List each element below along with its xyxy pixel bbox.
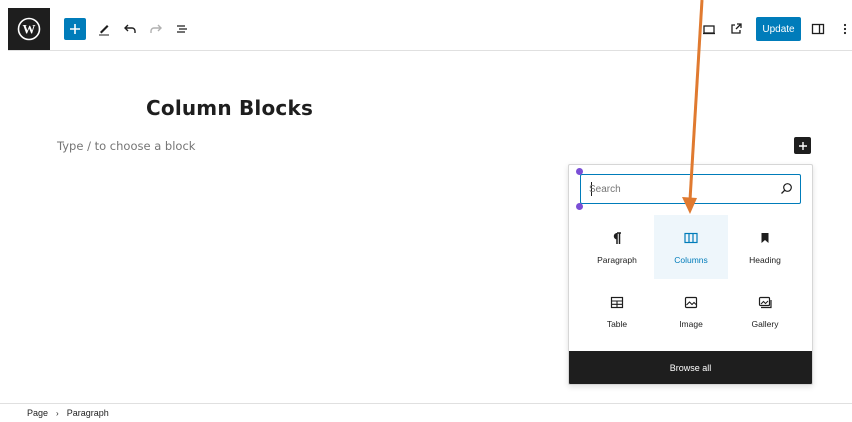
block-heading[interactable]: Heading (728, 215, 802, 279)
list-view-button[interactable] (174, 20, 190, 38)
update-button[interactable]: Update (756, 17, 801, 41)
pencil-icon (99, 25, 109, 36)
settings-button[interactable] (810, 20, 826, 38)
preview-button[interactable] (701, 20, 717, 38)
desktop-icon (703, 25, 715, 35)
more-vertical-icon (843, 23, 847, 35)
block-label: Columns (674, 255, 708, 265)
search-input[interactable] (589, 181, 769, 197)
view-page-button[interactable] (728, 20, 744, 38)
search-icon (781, 183, 792, 194)
browse-all-button[interactable]: Browse all (569, 351, 812, 384)
undo-icon (124, 24, 136, 33)
breadcrumb-item-page[interactable]: Page (27, 408, 48, 418)
breadcrumb-item-paragraph[interactable]: Paragraph (67, 408, 109, 418)
inline-add-block-button[interactable] (794, 137, 811, 154)
search-box[interactable] (580, 174, 801, 204)
options-button[interactable] (840, 20, 850, 38)
block-image[interactable]: Image (654, 279, 728, 343)
svg-text:W: W (23, 22, 36, 37)
wordpress-icon: W (17, 17, 41, 41)
block-label: Image (679, 319, 703, 329)
plus-icon (70, 24, 80, 34)
block-gallery[interactable]: Gallery (728, 279, 802, 343)
table-icon (610, 296, 624, 308)
block-table[interactable]: Table (580, 279, 654, 343)
block-label: Heading (749, 255, 781, 265)
add-block-button[interactable] (64, 18, 86, 40)
block-columns[interactable]: Columns (654, 215, 728, 279)
chevron-right-icon: › (56, 408, 59, 418)
selection-handle-top[interactable] (576, 168, 583, 175)
pilcrow-icon (613, 232, 621, 244)
sidebar-toggle-icon (811, 23, 825, 35)
bookmark-icon (761, 233, 769, 243)
block-placeholder[interactable]: Type / to choose a block (57, 139, 195, 153)
block-paragraph[interactable]: Paragraph (580, 215, 654, 279)
block-label: Paragraph (597, 255, 637, 265)
list-view-icon (177, 25, 187, 33)
columns-icon (684, 232, 698, 244)
undo-button[interactable] (122, 20, 138, 38)
plus-icon (798, 141, 807, 150)
external-link-icon (731, 23, 742, 34)
gallery-icon (758, 296, 772, 308)
page-title[interactable]: Column Blocks (146, 96, 313, 120)
tools-button[interactable] (96, 20, 112, 38)
redo-icon (150, 24, 162, 33)
redo-button[interactable] (148, 20, 164, 38)
wordpress-logo-button[interactable]: W (8, 8, 50, 50)
block-label: Table (606, 319, 628, 329)
image-icon (684, 296, 698, 308)
breadcrumb: Page › Paragraph (0, 403, 852, 422)
block-label: Gallery (751, 319, 779, 329)
selection-handle-bottom[interactable] (576, 203, 583, 210)
block-inserter-popover: Paragraph Columns Heading Table (568, 164, 813, 385)
